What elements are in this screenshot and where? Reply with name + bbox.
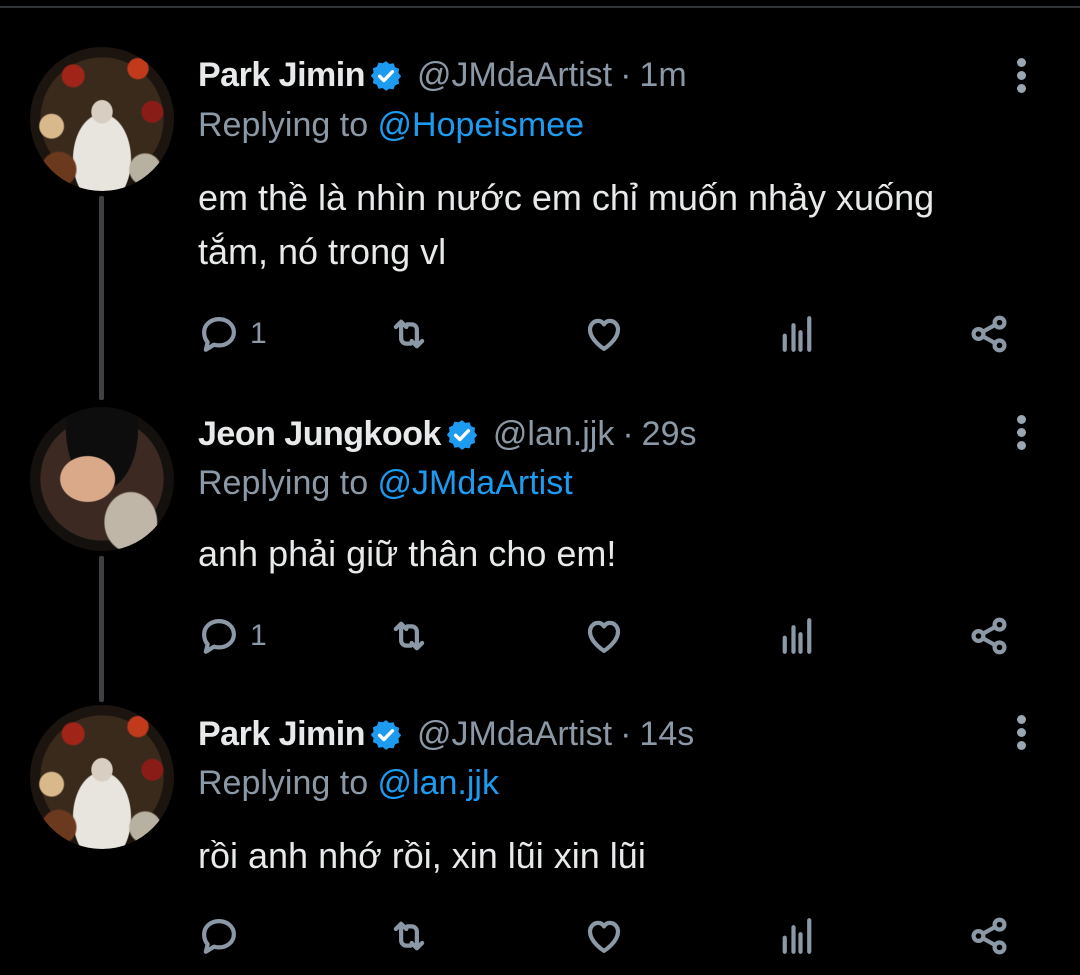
tweet-actions: 1 (198, 313, 1018, 357)
analytics-button[interactable] (776, 615, 818, 657)
more-options-icon[interactable] (1011, 415, 1031, 455)
display-name[interactable]: Park Jimin (198, 56, 365, 95)
more-options-icon[interactable] (1011, 58, 1031, 98)
reply-icon (202, 919, 236, 954)
separator: · (620, 715, 632, 753)
retweet-button[interactable] (388, 615, 430, 657)
like-button[interactable] (583, 615, 625, 657)
reply-button[interactable]: 1 (198, 615, 267, 657)
analytics-icon (782, 618, 812, 654)
analytics-button[interactable] (776, 313, 818, 355)
thread-connector (99, 196, 104, 400)
avatar[interactable] (30, 407, 174, 551)
separator: · (622, 415, 634, 453)
like-icon (587, 920, 621, 953)
retweet-icon (393, 621, 425, 651)
retweet-icon (393, 921, 425, 951)
timestamp[interactable]: 14s (639, 715, 694, 754)
share-button[interactable] (968, 313, 1010, 355)
timestamp[interactable]: 1m (639, 56, 686, 95)
avatar[interactable] (30, 705, 174, 849)
tweet-text: em thề là nhìn nước em chỉ muốn nhảy xuố… (198, 177, 935, 272)
reply-button[interactable]: 1 (198, 313, 267, 355)
mention-link[interactable]: @JMdaArtist (378, 464, 573, 502)
retweet-icon (393, 319, 425, 349)
analytics-button[interactable] (776, 915, 818, 957)
display-name[interactable]: Park Jimin (198, 715, 365, 754)
timestamp[interactable]: 29s (642, 415, 697, 454)
share-icon (971, 617, 1007, 655)
top-divider (0, 6, 1080, 8)
display-name[interactable]: Jeon Jungkook (198, 415, 441, 454)
reply-icon (202, 317, 236, 352)
verified-badge-icon (370, 60, 402, 91)
separator: · (620, 56, 632, 94)
thread-connector (99, 556, 104, 702)
handle[interactable]: @JMdaArtist (417, 56, 612, 95)
analytics-icon (782, 918, 812, 954)
tweet-header: Park Jimin @JMdaArtist · 14s (198, 715, 694, 754)
tweet-header: Park Jimin @JMdaArtist · 1m (198, 56, 687, 95)
share-icon (971, 917, 1007, 955)
reply-icon (202, 619, 236, 654)
reply-button[interactable] (198, 915, 250, 957)
handle[interactable]: @lan.jjk (493, 415, 614, 454)
like-button[interactable] (583, 915, 625, 957)
verified-badge-icon (370, 719, 402, 750)
tweet-text: rồi anh nhớ rồi, xin lũi xin lũi (198, 835, 646, 876)
mention-link[interactable]: @Hopeismee (378, 106, 585, 144)
reply-count: 1 (250, 317, 267, 350)
verified-badge-icon (446, 419, 478, 450)
reply-count: 1 (250, 619, 267, 652)
handle[interactable]: @JMdaArtist (417, 715, 612, 754)
like-icon (587, 318, 621, 351)
retweet-button[interactable] (388, 313, 430, 355)
replying-to: Replying to @Hopeismee (198, 106, 585, 144)
tweet-text: anh phải giữ thân cho em! (198, 533, 617, 574)
tweet-actions (198, 915, 1018, 959)
more-options-icon[interactable] (1011, 715, 1031, 755)
share-button[interactable] (968, 915, 1010, 957)
tweet-actions: 1 (198, 615, 1018, 659)
avatar[interactable] (30, 47, 174, 191)
like-button[interactable] (583, 313, 625, 355)
retweet-button[interactable] (388, 915, 430, 957)
mention-link[interactable]: @lan.jjk (378, 764, 499, 802)
tweet-header: Jeon Jungkook @lan.jjk · 29s (198, 415, 696, 454)
like-icon (587, 620, 621, 653)
replying-to: Replying to @lan.jjk (198, 764, 499, 802)
share-button[interactable] (968, 615, 1010, 657)
analytics-icon (782, 316, 812, 352)
share-icon (971, 315, 1007, 353)
replying-to: Replying to @JMdaArtist (198, 464, 573, 502)
